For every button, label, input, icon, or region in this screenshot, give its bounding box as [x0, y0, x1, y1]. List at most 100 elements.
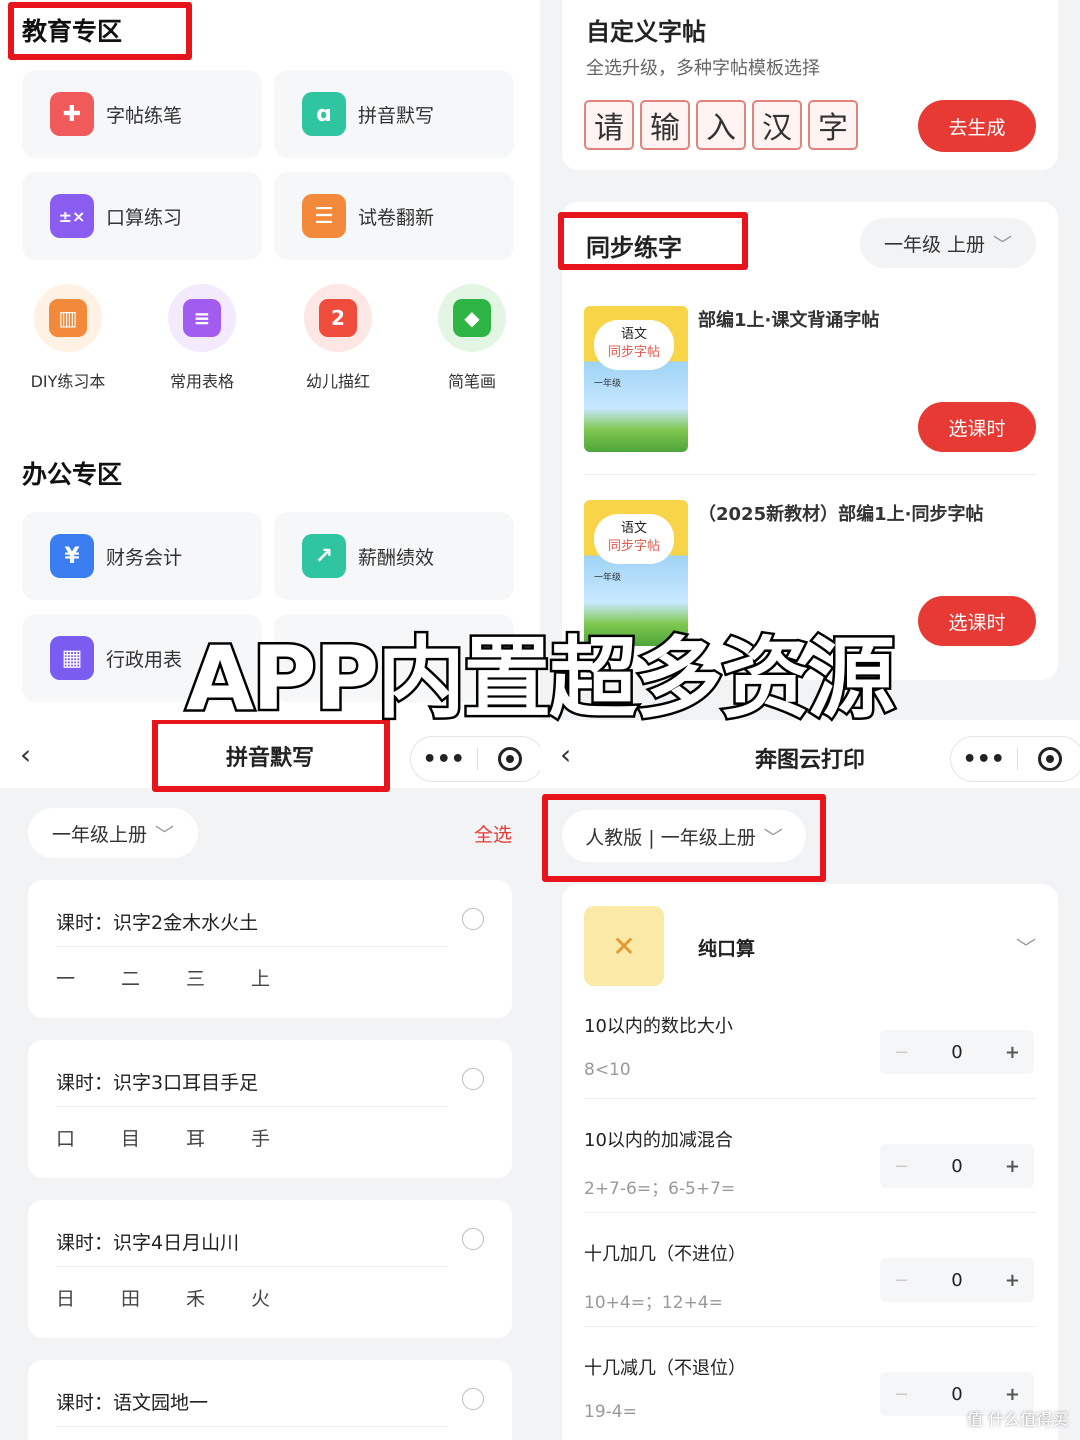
chevron-down-icon[interactable]: ﹀: [1016, 932, 1036, 961]
lesson-title: 课时：识字4日月山川: [56, 1232, 240, 1254]
plus-icon[interactable]: +: [1005, 1156, 1020, 1177]
target-icon[interactable]: [478, 747, 541, 771]
char-box[interactable]: 入: [696, 100, 746, 150]
char-box[interactable]: 请: [584, 100, 634, 150]
section-title: 纯口算: [698, 938, 756, 960]
select-lesson-button[interactable]: 选课时: [918, 596, 1036, 646]
radio-button[interactable]: [462, 908, 484, 930]
item-label: 常用表格: [169, 372, 234, 391]
exam-renew-card[interactable]: ☰ 试卷翻新: [274, 172, 514, 260]
cover-grade: 一年级: [594, 379, 622, 389]
grade-label: 一年级 上册: [883, 233, 986, 256]
char: 目: [121, 1128, 141, 1150]
lesson-card[interactable]: 课时：语文园地一: [28, 1360, 512, 1440]
grade-label: 一年级上册: [51, 823, 147, 846]
char: 上: [251, 968, 271, 990]
trace-item[interactable]: 2 幼儿描红: [288, 284, 388, 392]
book-title: （2025新教材）部编1上·同步字帖: [698, 504, 984, 525]
arithmetic-card: ✕ 纯口算 ﹀ 10以内的数比大小 8<10 − 0 + 10以内的加减混合 2…: [562, 884, 1058, 1440]
book-cover[interactable]: 语文同步字帖 一年级: [584, 306, 688, 452]
edition-dropdown[interactable]: 人教版 | 一年级上册 ﹀: [562, 810, 806, 862]
quantity-stepper[interactable]: − 0 +: [880, 1030, 1034, 1074]
trace-icon: 2: [319, 299, 357, 337]
salary-card[interactable]: ↗ 薪酬绩效: [274, 512, 514, 600]
radio-button[interactable]: [462, 1068, 484, 1090]
drawing-item[interactable]: ◆ 简笔画: [422, 284, 522, 392]
mental-math-card[interactable]: ±× 口算练习: [22, 172, 262, 260]
radio-button[interactable]: [462, 1388, 484, 1410]
select-lesson-button[interactable]: 选课时: [918, 402, 1036, 452]
minus-icon[interactable]: −: [894, 1384, 909, 1405]
radio-button[interactable]: [462, 1228, 484, 1250]
quantity-stepper[interactable]: − 0 +: [880, 1144, 1034, 1188]
book-title: 部编1上·课文背诵字帖: [698, 310, 880, 331]
sync-practice-title: 同步练字: [586, 234, 682, 262]
cover-title: 同步字帖: [607, 539, 660, 554]
watermark-text: 值 什么值得买: [966, 1410, 1068, 1429]
watermark: 值 什么值得买: [967, 1406, 1068, 1430]
grade-dropdown[interactable]: 一年级上册 ﹀: [28, 808, 198, 858]
custom-copybook-card: 自定义字帖 全选升级，多种字帖模板选择 请 输 入 汉 字 去生成: [562, 0, 1058, 170]
lesson-card[interactable]: 课时：识字4日月山川 日 田 禾 火: [28, 1200, 512, 1338]
math-icon: ✕: [584, 906, 664, 986]
quantity-stepper[interactable]: − 0 +: [880, 1258, 1034, 1302]
education-zone-title: 教育专区: [22, 17, 123, 46]
diy-notebook-item[interactable]: ▥ DIY练习本: [18, 284, 118, 392]
cover-subject: 语文: [620, 521, 647, 536]
copybook-icon: ✚: [50, 92, 94, 136]
char: 日: [56, 1288, 76, 1310]
generate-button[interactable]: 去生成: [918, 100, 1036, 152]
target-icon[interactable]: [1018, 747, 1080, 771]
more-icon[interactable]: •••: [411, 747, 477, 772]
finance-card[interactable]: ¥ 财务会计: [22, 512, 262, 600]
exam-paper-icon: ☰: [302, 194, 346, 238]
card-label: 试卷翻新: [358, 206, 435, 229]
cover-title: 同步字帖: [607, 345, 660, 360]
plus-icon[interactable]: +: [1005, 1270, 1020, 1291]
plus-icon[interactable]: +: [1005, 1042, 1020, 1063]
char: 耳: [186, 1128, 206, 1150]
calculator-icon: ±×: [50, 194, 94, 238]
char: 二: [121, 968, 141, 990]
quantity-value: 0: [951, 1383, 963, 1405]
list-icon: ≡: [183, 299, 221, 337]
finance-icon: ¥: [50, 534, 94, 578]
lesson-title: 课时：识字2金木水火土: [56, 912, 259, 934]
char-box[interactable]: 字: [808, 100, 858, 150]
chevron-down-icon: ﹀: [993, 233, 1013, 256]
mini-program-capsule: •••: [950, 736, 1080, 782]
copybook-card[interactable]: ✚ 字帖练笔: [22, 70, 262, 158]
quantity-value: 0: [951, 1155, 963, 1177]
divider: [584, 1098, 1036, 1099]
minus-icon[interactable]: −: [894, 1270, 909, 1291]
lesson-card[interactable]: 课时：识字2金木水火土 一 二 三 上: [28, 880, 512, 1018]
drawing-icon: ◆: [453, 299, 491, 337]
quantity-value: 0: [951, 1041, 963, 1063]
card-label: 行政用表: [106, 648, 183, 671]
cover-subject: 语文: [620, 327, 647, 342]
mini-program-capsule: •••: [410, 736, 540, 782]
item-label: 幼儿描红: [305, 372, 370, 391]
grade-dropdown[interactable]: 一年级 上册 ﹀: [860, 218, 1036, 268]
common-tables-item[interactable]: ≡ 常用表格: [152, 284, 252, 392]
lesson-card[interactable]: 课时：识字3口耳目手足 口 目 耳 手: [28, 1040, 512, 1178]
quantity-value: 0: [951, 1269, 963, 1291]
chevron-down-icon: ﹀: [155, 823, 175, 846]
minus-icon[interactable]: −: [894, 1156, 909, 1177]
char-box[interactable]: 输: [640, 100, 690, 150]
char: 手: [251, 1128, 271, 1150]
char-box[interactable]: 汉: [752, 100, 802, 150]
minus-icon[interactable]: −: [894, 1042, 909, 1063]
lesson-title: 课时：语文园地一: [56, 1392, 209, 1414]
pinyin-dictation-screen: ‹ 拼音默写 ••• 一年级上册 ﹀ 全选 课时：识字2金木水火土 一 二 三 …: [0, 720, 540, 1440]
more-icon[interactable]: •••: [951, 747, 1017, 772]
card-label: 字帖练笔: [106, 104, 183, 127]
grid-table-icon: ▦: [50, 636, 94, 680]
char: 三: [186, 968, 206, 990]
plus-icon[interactable]: +: [1005, 1384, 1020, 1405]
cloud-print-screen: ‹ 奔图云打印 ••• 人教版 | 一年级上册 ﹀ ✕ 纯口算 ﹀ 10以内的数…: [540, 720, 1080, 1440]
select-all-button[interactable]: 全选: [474, 820, 512, 847]
char: 口: [56, 1128, 76, 1150]
lesson-title: 课时：识字3口耳目手足: [56, 1072, 259, 1094]
pinyin-card[interactable]: ɑ 拼音默写: [274, 70, 514, 158]
